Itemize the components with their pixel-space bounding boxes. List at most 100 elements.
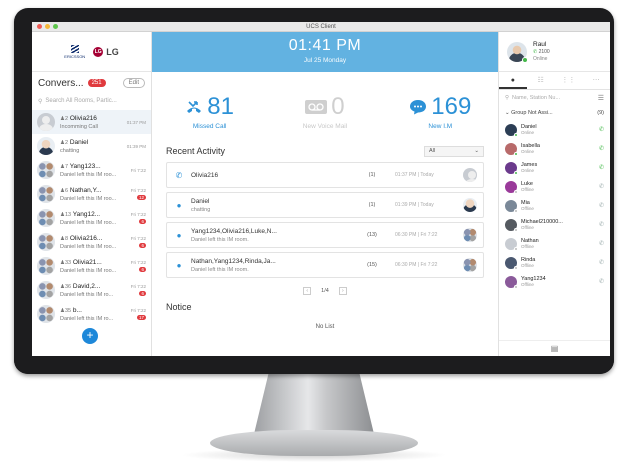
contact-item[interactable]: Isabella Online ✆ xyxy=(499,139,610,158)
activity-sub: Daniel left this IM room. xyxy=(191,236,249,243)
conversation-preview: Incomming Call xyxy=(60,123,98,130)
ericsson-logo: ERICSSON xyxy=(64,44,85,59)
unread-badge: 6 xyxy=(139,243,146,248)
new-im-count: 169 xyxy=(431,92,472,120)
dialpad-icon: ⋮⋮ xyxy=(561,77,576,84)
contact-item[interactable]: Daniel Online ✆ xyxy=(499,120,610,139)
presence-dot xyxy=(514,265,518,270)
call-contact-icon[interactable]: ✆ xyxy=(599,145,604,152)
close-window-button[interactable] xyxy=(37,24,42,29)
tab-contacts[interactable]: ● xyxy=(499,72,527,89)
conversation-preview: Daniel left this IM roo... xyxy=(60,267,117,274)
voice-mail-stat[interactable]: 0 New Voice Mail xyxy=(275,93,375,130)
conversation-item[interactable]: ♟7 Yang123... Daniel left this IM roo... F… xyxy=(32,158,151,182)
contact-list: Daniel Online ✆ Isabella Online ✆ James Online ✆… xyxy=(499,120,610,291)
conversation-item[interactable]: ♟2 Olivia216 Incomming Call 01:37 PM xyxy=(32,110,151,134)
participant-count: 6 xyxy=(64,187,68,194)
activity-row[interactable]: ● Nathan,Yang1234,Rinda,Ja... Daniel left … xyxy=(166,252,484,278)
conversation-item[interactable]: ♟35 b... Daniel left this IM ro... Fri 7:2… xyxy=(32,302,151,326)
call-contact-icon[interactable]: ✆ xyxy=(599,183,604,190)
avatar xyxy=(505,256,518,270)
participant-count: 7 xyxy=(64,163,68,170)
contact-search-input[interactable]: ⚲ Name, Station Nu... ☰ xyxy=(499,90,610,106)
new-conversation-button[interactable]: + xyxy=(82,328,98,344)
unread-badge: 6 xyxy=(139,291,146,296)
tab-dialpad[interactable]: ⋮⋮ xyxy=(555,72,583,89)
contact-item[interactable]: James Online ✆ xyxy=(499,158,610,177)
conversations-panel: ERICSSON LG LG Convers... 251 Edit ⚲ Sear… xyxy=(32,32,152,356)
conversation-item[interactable]: ♟6 Nathan,Y... Daniel left this IM roo...… xyxy=(32,182,151,206)
activity-row[interactable]: ● Daniel chatting (1) 01:39 PM | Today xyxy=(166,192,484,218)
conversation-item[interactable]: ♟8 Olivia216... Daniel left this IM roo..… xyxy=(32,230,151,254)
new-im-stat[interactable]: 169 New I.M xyxy=(390,93,490,130)
avatar xyxy=(37,209,55,227)
activity-filter-select[interactable]: All ⌄ xyxy=(424,145,484,157)
conversation-item[interactable]: ♟2 Daniel chatting 01:39 PM xyxy=(32,134,151,158)
contact-item[interactable]: Michael210000... Offline ✆ xyxy=(499,215,610,234)
avatar xyxy=(463,228,477,242)
conversation-search-input[interactable]: ⚲ Search All Rooms, Partic... xyxy=(32,94,151,108)
chat-bubble-icon: ● xyxy=(176,200,182,210)
next-page-button[interactable]: › xyxy=(338,287,347,295)
dashboard-panel: 01:41 PM Jul 25 Monday 81 Missed Call 0 … xyxy=(152,32,498,356)
brand-logos: ERICSSON LG LG xyxy=(32,32,151,72)
participant-count: 35 xyxy=(64,307,72,314)
chat-bubble-icon: ● xyxy=(176,230,182,240)
my-profile[interactable]: Raul ✆ 2100 Online xyxy=(499,32,610,72)
tab-more[interactable]: ⋯ xyxy=(582,72,610,89)
call-contact-icon[interactable]: ✆ xyxy=(599,278,604,285)
notice-title: Notice xyxy=(166,302,192,312)
contact-item[interactable]: Rinda Offline ✆ xyxy=(499,253,610,272)
edit-button[interactable]: Edit xyxy=(122,78,145,88)
conversation-item[interactable]: ♟36 David,2... Daniel left this IM ro... F… xyxy=(32,278,151,302)
missed-call-stat[interactable]: 81 Missed Call xyxy=(160,93,260,130)
contact-status: Online xyxy=(521,168,535,173)
contact-item[interactable]: Mia Offline ✆ xyxy=(499,196,610,215)
list-view-icon[interactable]: ▤ xyxy=(551,344,559,353)
call-contact-icon[interactable]: ✆ xyxy=(599,202,604,209)
maximize-window-button[interactable] xyxy=(53,24,58,29)
avatar xyxy=(505,237,518,251)
search-placeholder: Search All Rooms, Partic... xyxy=(45,98,117,104)
call-contact-icon[interactable]: ✆ xyxy=(599,240,604,247)
chevron-down-icon: ⌄ xyxy=(505,110,510,116)
activity-row[interactable]: ● Yang1234,Olivia216,Luke,N... Daniel left… xyxy=(166,222,484,248)
conversation-name: Olivia21... xyxy=(72,258,102,266)
prev-page-button[interactable]: ‹ xyxy=(303,287,312,295)
activity-row[interactable]: ✆ Olivia216 (1) 01:37 PM | Today xyxy=(166,162,484,188)
contact-item[interactable]: Yang1234 Offline ✆ xyxy=(499,272,610,291)
conversation-name: Yang123... xyxy=(69,162,101,170)
contact-group-header[interactable]: ⌄ Group Not Assi... (9) xyxy=(499,106,610,120)
conversations-header: Convers... 251 Edit xyxy=(32,72,151,94)
activity-count: (1) xyxy=(368,202,376,208)
call-contact-icon[interactable]: ✆ xyxy=(599,259,604,266)
conversation-name: Yang12... xyxy=(72,210,101,218)
participant-count: 2 xyxy=(64,139,68,146)
search-icon: ⚲ xyxy=(38,98,43,105)
contact-item[interactable]: Luke Offline ✆ xyxy=(499,177,610,196)
clock-banner: 01:41 PM Jul 25 Monday xyxy=(152,32,498,72)
list-menu-icon[interactable]: ☰ xyxy=(598,94,604,102)
conversation-time: Fri 7:22 xyxy=(130,284,146,289)
avatar xyxy=(463,258,477,272)
minimize-window-button[interactable] xyxy=(45,24,50,29)
recent-activity-list: ✆ Olivia216 (1) 01:37 PM | Today ● Daniel chat… xyxy=(152,160,498,284)
conversation-time: Fri 7:22 xyxy=(130,167,146,173)
call-contact-icon[interactable]: ✆ xyxy=(599,126,604,133)
participant-count: 13 xyxy=(64,211,72,218)
presence-dot xyxy=(514,151,518,156)
contact-item[interactable]: Nathan Offline ✆ xyxy=(499,234,610,253)
conversation-name: Olivia216 xyxy=(69,114,97,122)
contact-status: Online xyxy=(521,130,535,135)
conversation-item[interactable]: ♟33 Olivia21... Daniel left this IM roo..… xyxy=(32,254,151,278)
call-contact-icon[interactable]: ✆ xyxy=(599,164,604,171)
unread-badge: 6 xyxy=(139,219,146,224)
tab-groups[interactable]: ☷ xyxy=(527,72,555,89)
conversation-name: Nathan,Y... xyxy=(69,186,102,194)
conversation-item[interactable]: ♟13 Yang12... Daniel left this IM roo... F… xyxy=(32,206,151,230)
profile-extension: 2100 xyxy=(538,49,550,55)
call-contact-icon[interactable]: ✆ xyxy=(599,221,604,228)
activity-time: 06:30 PM xyxy=(395,232,417,238)
contact-status: Offline xyxy=(521,225,534,230)
avatar xyxy=(37,161,55,179)
